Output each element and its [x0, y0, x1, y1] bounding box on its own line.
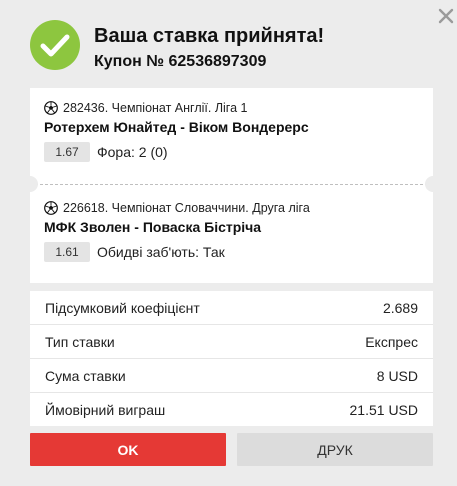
bet-item: 226618. Чемпіонат Словаччини. Друга ліга…: [44, 200, 423, 262]
outcome: Обидві заб'ють: Так: [97, 244, 225, 260]
outcome: Фора: 2 (0): [97, 144, 168, 160]
summary-label: Сума ставки: [45, 367, 126, 384]
bet-item: 282436. Чемпіонат Англії. Ліга 1 Ротерхе…: [44, 100, 423, 162]
summary-row: Підсумковий коефіцієнт 2.689: [30, 291, 433, 325]
league-name: 226618. Чемпіонат Словаччини. Друга ліга: [63, 201, 310, 215]
print-button[interactable]: ДРУК: [237, 433, 433, 466]
summary-value: 2.689: [382, 299, 418, 316]
check-circle-icon: [30, 20, 80, 70]
bets-card: 282436. Чемпіонат Англії. Ліга 1 Ротерхе…: [22, 88, 441, 283]
ticket-notch: [22, 176, 38, 192]
summary-label: Підсумковий коефіцієнт: [45, 299, 200, 316]
odd-value: 1.67: [44, 142, 90, 162]
league-name: 282436. Чемпіонат Англії. Ліга 1: [63, 101, 248, 115]
summary-value: 21.51 USD: [349, 401, 418, 418]
match-name: МФК Зволен - Поваска Бістріча: [44, 219, 262, 235]
odd-value: 1.61: [44, 242, 90, 262]
coupon-number: Купон № 62536897309: [94, 53, 267, 70]
summary-row: Тип ставки Експрес: [30, 325, 433, 359]
match-name: Ротерхем Юнайтед - Віком Вондерерс: [44, 119, 309, 135]
summary-value: 8 USD: [376, 367, 418, 384]
ok-button[interactable]: OK: [30, 433, 226, 466]
soccer-ball-icon: [44, 101, 58, 115]
soccer-ball-icon: [44, 201, 58, 215]
summary-table: Підсумковий коефіцієнт 2.689 Тип ставки …: [30, 291, 433, 426]
summary-label: Тип ставки: [45, 333, 115, 350]
summary-label: Ймовірний виграш: [45, 401, 166, 418]
close-icon[interactable]: [436, 6, 456, 26]
bet-divider: [30, 184, 433, 185]
confirmation-header: Ваша ставка прийнята! Купон № 6253689730…: [30, 20, 437, 80]
summary-row: Ймовірний виграш 21.51 USD: [30, 393, 433, 426]
summary-row: Сума ставки 8 USD: [30, 359, 433, 393]
page-title: Ваша ставка прийнята!: [94, 25, 325, 47]
summary-value: Експрес: [365, 333, 418, 350]
ticket-notch: [425, 176, 441, 192]
